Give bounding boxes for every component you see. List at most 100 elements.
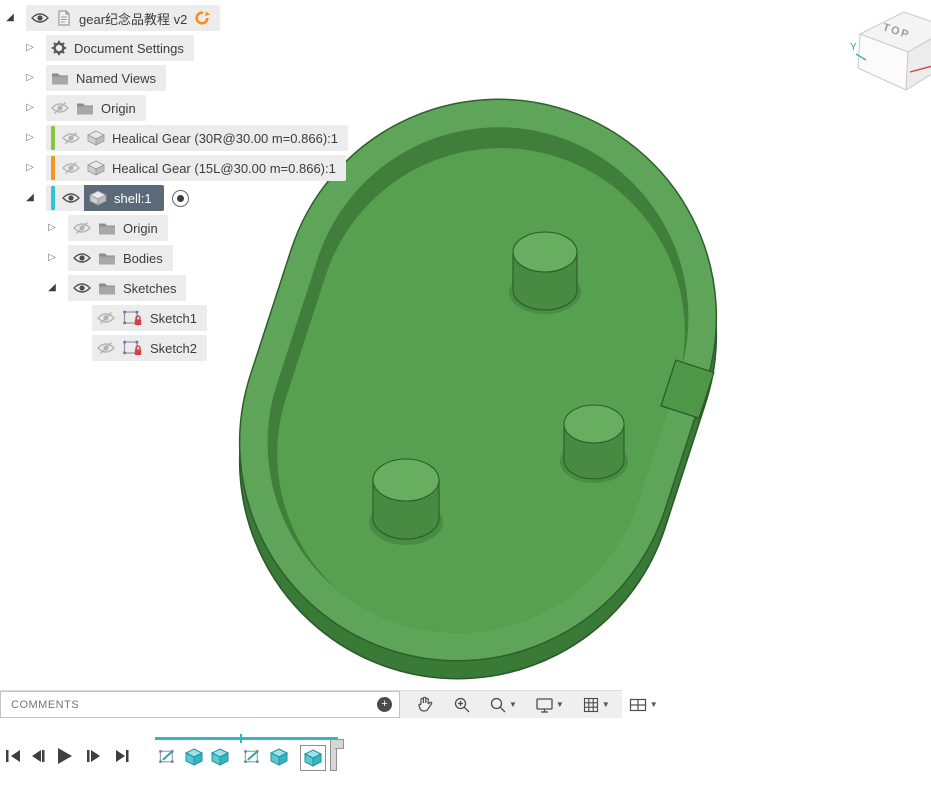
step-forward-button[interactable]: [82, 743, 106, 769]
expand-arrow-icon[interactable]: ▷: [22, 33, 38, 63]
browser-row-document-settings[interactable]: ▷ Document Settings: [0, 33, 194, 63]
circular-arrow-icon: [194, 10, 210, 26]
timeline-item-feature[interactable]: [267, 745, 291, 769]
visibility-eye-off-icon[interactable]: [73, 221, 91, 235]
sketches-chip[interactable]: Sketches: [68, 275, 186, 301]
browser-row-origin[interactable]: ▷ Origin: [0, 93, 146, 123]
expand-arrow-icon[interactable]: ◢: [2, 3, 18, 33]
document-settings-chip[interactable]: Document Settings: [46, 35, 194, 61]
row-label: Sketch2: [150, 341, 197, 356]
browser-row-gear-15l[interactable]: ▷ Healical Gear (15L@30.00 m=0.866):1: [0, 153, 346, 183]
sketch2-chip[interactable]: Sketch2: [92, 335, 207, 361]
visibility-eye-icon[interactable]: [73, 251, 91, 265]
expand-arrow-icon[interactable]: ▷: [22, 93, 38, 123]
gear-30r-chip[interactable]: Healical Gear (30R@30.00 m=0.866):1: [46, 125, 348, 151]
expand-arrow-icon[interactable]: ▷: [44, 243, 60, 273]
visibility-eye-off-icon[interactable]: [97, 341, 115, 355]
step-back-button[interactable]: [26, 743, 50, 769]
visibility-eye-icon[interactable]: [31, 11, 49, 25]
shell-visibility-chip[interactable]: [46, 185, 84, 211]
view-cube[interactable]: TOP Y: [846, 0, 931, 95]
timeline-item-feature[interactable]: [208, 745, 232, 769]
display-settings-button[interactable]: ▼: [532, 694, 567, 716]
chevron-down-icon: ▼: [602, 700, 610, 709]
sketch1-chip[interactable]: Sketch1: [92, 305, 207, 331]
document-icon: [56, 10, 72, 26]
browser-row-shell-origin[interactable]: ▷ Origin: [0, 213, 168, 243]
go-to-end-button[interactable]: [110, 743, 134, 769]
folder-icon: [76, 101, 94, 115]
comments-input[interactable]: [0, 691, 400, 718]
browser-row-sketches[interactable]: ◢ Sketches: [0, 273, 186, 303]
browser-row-named-views[interactable]: ▷ Named Views: [0, 63, 166, 93]
playhead-handle-icon: [335, 739, 344, 749]
expand-arrow-icon[interactable]: ▷: [44, 213, 60, 243]
go-to-beginning-button[interactable]: [2, 743, 26, 769]
comment-marker-icon[interactable]: +: [377, 697, 392, 712]
visibility-eye-off-icon[interactable]: [62, 131, 80, 145]
component-cube-icon: [89, 190, 107, 206]
play-button[interactable]: [52, 743, 76, 769]
timeline-item-feature[interactable]: [182, 745, 206, 769]
browser-row-bodies[interactable]: ▷ Bodies: [0, 243, 173, 273]
sketch-locked-icon: [122, 309, 143, 327]
chevron-down-icon: ▼: [509, 700, 517, 709]
expand-arrow-icon[interactable]: ◢: [44, 273, 60, 303]
application-window: TOP Y ◢ gear纪念品教程 v2 ▷ Document Settings: [0, 0, 931, 788]
browser-tree: ◢ gear纪念品教程 v2 ▷ Document Settings ▷ Nam…: [0, 0, 420, 370]
activate-component-radio[interactable]: [172, 190, 189, 207]
y-axis-label: Y: [850, 42, 857, 53]
chevron-down-icon: ▼: [556, 700, 564, 709]
named-views-chip[interactable]: Named Views: [46, 65, 166, 91]
row-label: Origin: [123, 221, 158, 236]
row-label: shell:1: [114, 191, 152, 206]
fit-button[interactable]: ▼: [486, 694, 520, 716]
visibility-eye-off-icon[interactable]: [62, 161, 80, 175]
zoom-in-icon: [453, 696, 471, 714]
timeline-item-sketch[interactable]: [241, 745, 265, 769]
expand-arrow-icon[interactable]: ▷: [22, 123, 38, 153]
browser-row-root[interactable]: ◢ gear纪念品教程 v2: [0, 3, 220, 33]
timeline-item-sketch[interactable]: [156, 745, 180, 769]
component-color-swatch: [51, 156, 55, 180]
viewports-icon: [628, 696, 648, 714]
row-label: Named Views: [76, 71, 156, 86]
grid-and-snaps-button[interactable]: ▼: [579, 694, 613, 716]
browser-row-sketch2[interactable]: Sketch2: [0, 333, 207, 363]
timeline-playhead[interactable]: [330, 739, 344, 771]
visibility-eye-icon[interactable]: [62, 191, 80, 205]
component-cube-icon: [87, 160, 105, 176]
component-color-swatch: [51, 186, 55, 210]
root-document-chip[interactable]: gear纪念品教程 v2: [26, 5, 220, 31]
gear-icon: [51, 40, 67, 56]
grid-icon: [582, 696, 600, 714]
row-label: Bodies: [123, 251, 163, 266]
origin-chip[interactable]: Origin: [46, 95, 146, 121]
folder-icon: [98, 281, 116, 295]
browser-row-gear-30r[interactable]: ▷ Healical Gear (30R@30.00 m=0.866):1: [0, 123, 348, 153]
timeline-item-feature-selected[interactable]: [300, 745, 326, 771]
visibility-eye-off-icon[interactable]: [51, 101, 69, 115]
component-color-swatch: [51, 126, 55, 150]
shell-origin-chip[interactable]: Origin: [68, 215, 168, 241]
comments-bar[interactable]: +: [0, 691, 400, 718]
expand-arrow-icon[interactable]: ▷: [22, 63, 38, 93]
zoom-button[interactable]: [450, 694, 474, 716]
browser-row-sketch1[interactable]: Sketch1: [0, 303, 207, 333]
component-cube-icon: [87, 130, 105, 146]
viewports-button[interactable]: ▼: [625, 694, 661, 716]
expand-arrow-icon[interactable]: ▷: [22, 153, 38, 183]
visibility-eye-off-icon[interactable]: [97, 311, 115, 325]
row-label: Sketches: [123, 281, 176, 296]
gear-15l-chip[interactable]: Healical Gear (15L@30.00 m=0.866):1: [46, 155, 346, 181]
fit-magnifier-icon: [489, 696, 507, 714]
visibility-eye-icon[interactable]: [73, 281, 91, 295]
timeline-track[interactable]: [155, 737, 338, 740]
bodies-chip[interactable]: Bodies: [68, 245, 173, 271]
timeline-bar: [0, 729, 931, 788]
pan-button[interactable]: [412, 693, 438, 716]
expand-arrow-icon[interactable]: ◢: [22, 183, 38, 213]
browser-row-shell-active[interactable]: ◢ shell:1: [0, 183, 189, 213]
pan-hand-icon: [415, 695, 435, 714]
shell-active-selection[interactable]: shell:1: [84, 185, 164, 211]
